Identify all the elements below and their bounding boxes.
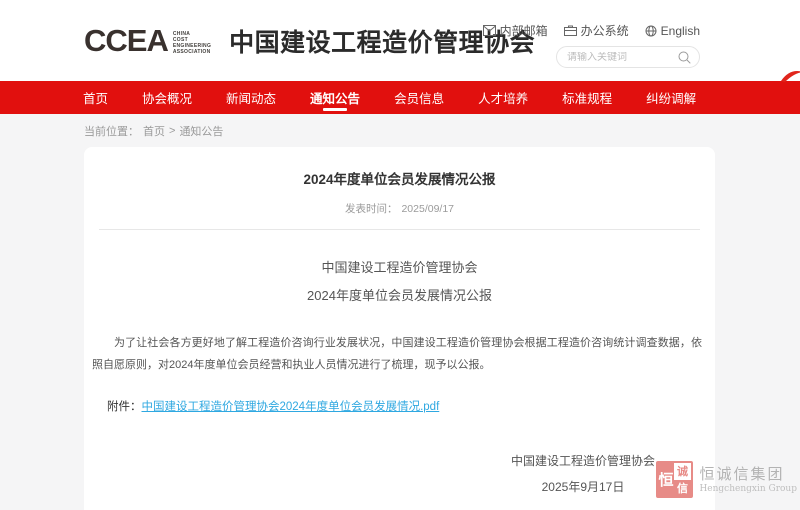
nav-item-member-info[interactable]: 会员信息 xyxy=(394,81,444,114)
nav-item-association-overview[interactable]: 协会概况 xyxy=(142,81,192,114)
ccea-logo-subtext: CHINA COST ENGINEERING ASSOCIATION xyxy=(173,31,211,55)
mail-icon xyxy=(483,25,496,36)
attachment-pdf-link[interactable]: 中国建设工程造价管理协会2024年度单位会员发展情况.pdf xyxy=(142,401,440,413)
article-org-line: 中国建设工程造价管理协会 xyxy=(84,254,715,282)
utility-links: 内部邮箱 办公系统 English xyxy=(483,22,700,39)
breadcrumb-separator: > xyxy=(169,125,175,137)
article-publish-date: 发表时间：2025/09/17 xyxy=(84,201,715,216)
search-icon[interactable] xyxy=(678,51,691,64)
ccea-logo-acronym: CCEA xyxy=(84,25,168,56)
globe-icon xyxy=(645,25,657,37)
breadcrumb-label: 当前位置： xyxy=(84,123,139,139)
nav-item-home[interactable]: 首页 xyxy=(83,81,108,114)
breadcrumb-current: 通知公告 xyxy=(179,123,223,139)
logo-swoosh-icon xyxy=(780,67,800,83)
briefcase-icon xyxy=(564,25,577,36)
internal-mail-link[interactable]: 内部邮箱 xyxy=(483,22,548,39)
attachment-label: 附件： xyxy=(107,401,142,413)
site-header: CCEA CHINA COST ENGINEERING ASSOCIATION … xyxy=(0,0,800,81)
article-subtitle-line: 2024年度单位会员发展情况公报 xyxy=(84,282,715,310)
english-label: English xyxy=(661,24,700,38)
nav-item-talent-training[interactable]: 人才培养 xyxy=(478,81,528,114)
nav-item-notices[interactable]: 通知公告 xyxy=(310,81,360,114)
signature-date: 2025年9月17日 xyxy=(511,474,655,500)
header-utilities: 内部邮箱 办公系统 English xyxy=(483,22,700,68)
article-panel: 2024年度单位会员发展情况公报 发表时间：2025/09/17 中国建设工程造… xyxy=(84,147,715,510)
search-box[interactable] xyxy=(556,46,700,68)
english-link[interactable]: English xyxy=(645,24,700,38)
office-system-label: 办公系统 xyxy=(581,22,629,39)
publish-date-label: 发表时间： xyxy=(345,203,398,215)
article-title: 2024年度单位会员发展情况公报 xyxy=(84,168,715,188)
publish-date-value: 2025/09/17 xyxy=(401,203,454,215)
nav-item-standards[interactable]: 标准规程 xyxy=(562,81,612,114)
nav-item-news[interactable]: 新闻动态 xyxy=(226,81,276,114)
breadcrumb-home-link[interactable]: 首页 xyxy=(143,123,165,139)
article-signature: 中国建设工程造价管理协会 2025年9月17日 xyxy=(511,448,655,500)
nav-item-dispute-mediation[interactable]: 纠纷调解 xyxy=(646,81,696,114)
main-nav: 首页 协会概况 新闻动态 通知公告 会员信息 人才培养 标准规程 纠纷调解 xyxy=(0,81,800,114)
title-divider xyxy=(99,229,700,230)
search-input[interactable] xyxy=(567,52,678,63)
ccea-logo[interactable]: CCEA CHINA COST ENGINEERING ASSOCIATION xyxy=(84,25,211,56)
office-system-link[interactable]: 办公系统 xyxy=(564,22,629,39)
attachment-row: 附件：中国建设工程造价管理协会2024年度单位会员发展情况.pdf xyxy=(107,398,702,414)
internal-mail-label: 内部邮箱 xyxy=(500,22,548,39)
article-paragraph: 为了让社会各方更好地了解工程造价咨询行业发展状况，中国建设工程造价管理协会根据工… xyxy=(92,332,702,376)
signature-org: 中国建设工程造价管理协会 xyxy=(511,448,655,474)
breadcrumb: 当前位置： 首页 > 通知公告 xyxy=(0,114,800,147)
